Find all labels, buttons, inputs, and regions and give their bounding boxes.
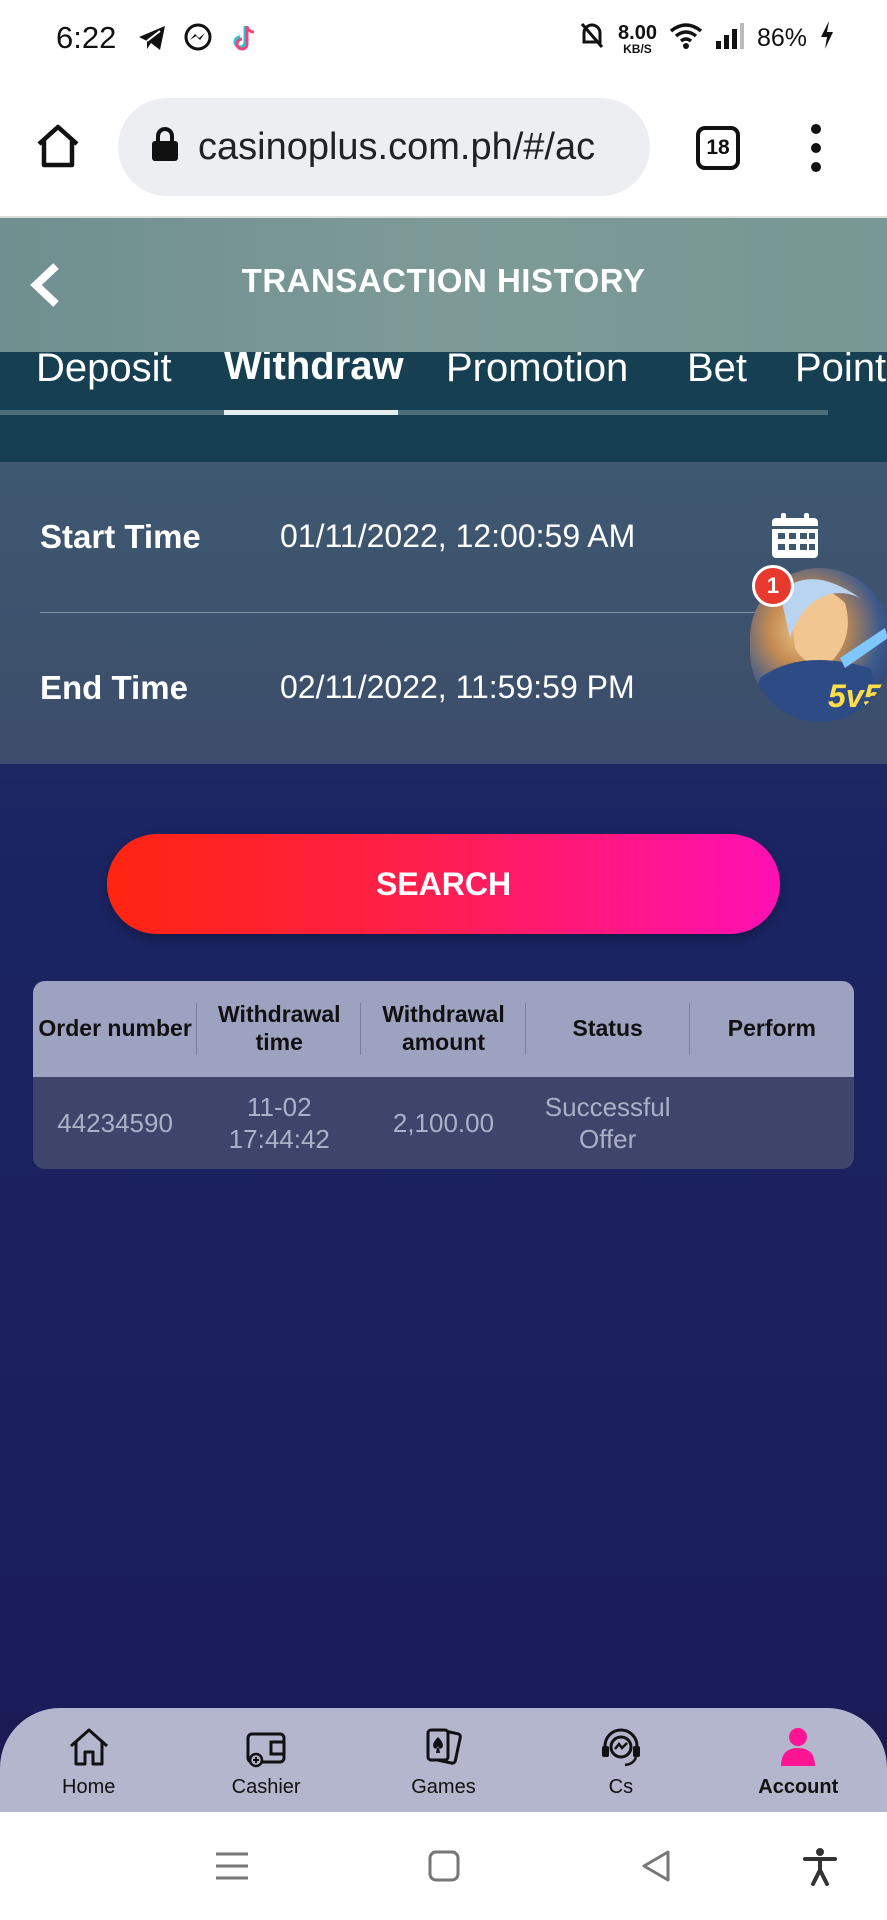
- browser-toolbar: casinoplus.com.ph/#/ac 18: [0, 78, 887, 218]
- column-header-withdrawal-amount: Withdrawal amount: [361, 981, 526, 1077]
- nav-games-label: Games: [411, 1776, 476, 1798]
- nav-home-label: Home: [62, 1776, 116, 1798]
- column-header-perform: Perform: [727, 1015, 816, 1042]
- table-header: Order number Withdrawal time Withdrawal …: [33, 981, 854, 1077]
- wifi-icon: [669, 21, 703, 56]
- end-time-field[interactable]: 02/11/2022, 11:59:59 PM: [280, 669, 635, 706]
- charging-icon: [819, 21, 835, 56]
- promo-label: 5v5: [828, 678, 882, 714]
- calendar-icon[interactable]: [770, 512, 820, 560]
- headset-icon: [601, 1728, 640, 1767]
- order-number-cell: 44234590: [57, 1107, 173, 1138]
- account-icon: [781, 1728, 816, 1766]
- nav-cashier[interactable]: Cashier: [177, 1708, 354, 1812]
- end-time-label: End Time: [40, 669, 188, 706]
- tab-switcher-button[interactable]: 18: [696, 126, 740, 170]
- transaction-tabs: Deposit Withdraw Promotion Bet Point: [0, 352, 887, 462]
- status-cell: Successful Offer: [544, 1091, 671, 1155]
- nav-cashier-label: Cashier: [231, 1776, 301, 1798]
- column-header-status: Status: [526, 981, 690, 1077]
- bottom-navigation: Home Cashier Games Cs Account: [0, 1708, 887, 1812]
- mute-bell-icon: [578, 20, 606, 57]
- system-navigation-bar: [0, 1812, 887, 1920]
- nav-home[interactable]: Home: [0, 1708, 177, 1812]
- nav-account[interactable]: Account: [710, 1708, 887, 1812]
- status-time: 6:22: [56, 20, 117, 55]
- tiktok-icon: [228, 22, 260, 54]
- tab-promotion[interactable]: Promotion: [446, 352, 628, 406]
- nav-cs[interactable]: Cs: [532, 1708, 709, 1812]
- table-row: 44234590 11-02 17:44:42 2,100.00 Success…: [33, 1077, 854, 1169]
- wallet-icon: [246, 1732, 286, 1768]
- tabs-scroll-track: [0, 410, 828, 415]
- tab-point[interactable]: Point: [795, 352, 886, 406]
- status-bar: 6:22 8.00 KB/S 86%: [0, 0, 887, 78]
- filter-divider: [40, 612, 792, 613]
- browser-menu-icon[interactable]: [808, 124, 824, 172]
- browser-home-icon[interactable]: [34, 122, 82, 170]
- column-header-withdrawal-time: Withdrawal time: [197, 981, 362, 1077]
- tab-bet[interactable]: Bet: [687, 352, 747, 406]
- network-speed: 8.00 KB/S: [618, 21, 657, 56]
- signal-icon: [715, 21, 745, 56]
- transaction-table: Order number Withdrawal time Withdrawal …: [33, 981, 854, 1169]
- page-title: TRANSACTION HISTORY: [241, 262, 646, 299]
- nav-account-label: Account: [758, 1776, 839, 1798]
- withdrawal-amount-cell: 2,100.00: [392, 1107, 495, 1138]
- nav-cs-label: Cs: [608, 1776, 634, 1798]
- lock-icon: [150, 126, 180, 168]
- search-button[interactable]: SEARCH: [107, 834, 780, 934]
- active-tab-indicator: [224, 410, 398, 415]
- column-header-order-number: Order number: [33, 981, 198, 1077]
- tab-withdraw[interactable]: Withdraw: [224, 352, 404, 404]
- tab-deposit[interactable]: Deposit: [36, 352, 172, 406]
- system-back-icon[interactable]: [636, 1846, 676, 1886]
- notification-badge: 1: [752, 565, 794, 607]
- messenger-icon: [182, 22, 214, 54]
- telegram-icon: [136, 22, 168, 54]
- url-text: casinoplus.com.ph/#/ac: [198, 125, 596, 168]
- withdrawal-time-cell: 11-02 17:44:42: [228, 1091, 330, 1155]
- recent-apps-icon[interactable]: [212, 1846, 252, 1886]
- start-time-label: Start Time: [40, 518, 201, 555]
- nav-games[interactable]: Games: [355, 1708, 532, 1812]
- address-bar[interactable]: casinoplus.com.ph/#/ac: [118, 98, 650, 196]
- start-time-field[interactable]: 01/11/2022, 12:00:59 AM: [280, 518, 635, 555]
- perform-cell[interactable]: [690, 1077, 854, 1169]
- accessibility-icon[interactable]: [800, 1846, 840, 1886]
- home-icon: [69, 1728, 108, 1766]
- system-home-icon[interactable]: [424, 1846, 464, 1886]
- battery-level: 86%: [756, 24, 807, 52]
- cards-icon: [426, 1728, 463, 1765]
